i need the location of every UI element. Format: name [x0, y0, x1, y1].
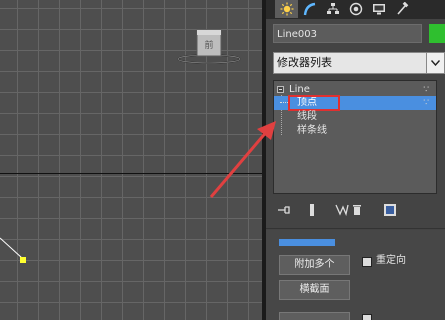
sun-icon [280, 2, 293, 16]
modifier-stack: Line ∵ 顶点 ∵ 线段 样条线 [273, 80, 437, 194]
monitor-icon [372, 4, 385, 15]
tab-motion[interactable] [344, 0, 367, 18]
rollout-button[interactable] [279, 312, 350, 320]
configure-modifier-sets-icon[interactable] [381, 202, 399, 218]
stack-item-label: 样条线 [297, 125, 327, 136]
viewport-axis-line [0, 173, 265, 174]
pin-stack-icon[interactable] [275, 202, 293, 218]
tab-hierarchy[interactable] [321, 0, 344, 18]
viewcube-icon[interactable]: 前 [176, 24, 246, 68]
spline-curve[interactable] [0, 230, 30, 270]
reorient-label: 重定向 [376, 255, 406, 266]
tab-display[interactable] [367, 0, 390, 18]
svg-text:前: 前 [204, 39, 213, 51]
remove-modifier-icon[interactable] [348, 202, 366, 218]
rollout-checkbox[interactable] [362, 314, 372, 320]
modifier-list-dropdown[interactable]: 修改器列表 [273, 52, 431, 74]
tab-modify[interactable] [298, 0, 321, 18]
grip-dots-icon: ∵ [423, 98, 430, 108]
hierarchy-icon [326, 3, 339, 14]
object-color-swatch[interactable] [429, 24, 445, 43]
command-panel: Line003 修改器列表 Line ∵ 顶点 ∵ 线段 样条线 附加多个 重定… [266, 0, 445, 320]
object-name-field[interactable]: Line003 [273, 24, 422, 43]
chevron-down-icon[interactable] [426, 52, 445, 74]
viewport[interactable]: 前 [0, 0, 265, 320]
annotation-highlight-box [288, 95, 340, 111]
show-end-result-icon[interactable] [303, 202, 321, 218]
stack-item-spline[interactable]: 样条线 [274, 124, 436, 138]
tab-create[interactable] [275, 0, 298, 18]
motion-icon [349, 2, 362, 16]
grip-dots-icon: ∵ [423, 85, 430, 95]
stack-item-segment[interactable]: 线段 [274, 110, 436, 124]
hammer-icon [396, 2, 408, 15]
cross-section-button[interactable]: 横截面 [279, 280, 350, 300]
bend-icon [303, 2, 315, 16]
collapse-icon[interactable] [277, 86, 284, 93]
attach-multiple-button[interactable]: 附加多个 [279, 255, 350, 275]
create-line-button[interactable] [279, 239, 335, 246]
reorient-checkbox[interactable] [362, 257, 372, 267]
command-panel-tabs [266, 0, 445, 19]
app-window: 前 Line003 修改器列表 Line ∵ 顶点 ∵ 线段 样条线 附加多个 … [0, 0, 445, 320]
rollout-divider [266, 228, 445, 229]
stack-item-label: 线段 [297, 111, 317, 122]
stack-toolbar [273, 202, 437, 220]
vertex-handle[interactable] [20, 257, 26, 263]
geometry-rollout: 附加多个 重定向 横截面 [266, 230, 445, 320]
tab-utilities[interactable] [390, 0, 413, 18]
